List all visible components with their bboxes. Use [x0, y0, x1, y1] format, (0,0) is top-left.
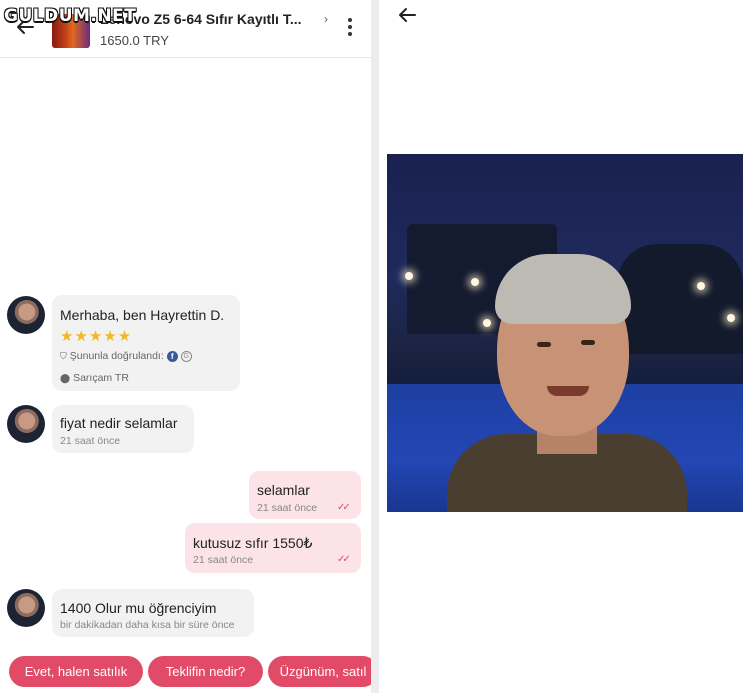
message-text: kutusuz sıfır 1550₺ [193, 535, 313, 551]
message-time: 21 saat önce [193, 554, 254, 566]
quick-reply-still-available[interactable]: Evet, halen satılık [9, 656, 143, 687]
location-row: ⬤ Sarıçam TR [60, 372, 129, 384]
message-text: 1400 Olur mu öğrenciyim [60, 600, 217, 616]
panel-divider [371, 0, 379, 693]
location-pin-icon: ⬤ [60, 372, 71, 383]
photo-light [697, 282, 705, 290]
message-text: selamlar [257, 482, 310, 498]
quick-reply-sorry-sold[interactable]: Üzgünüm, satıl [268, 656, 371, 687]
read-ticks-icon: ✓✓ [337, 502, 351, 513]
read-ticks-icon: ✓✓ [337, 554, 351, 565]
product-price: 1650.0 TRY [100, 33, 169, 48]
chat-screen: Lenovo Z5 6-64 Sıfır Kayıtlı T... › 1650… [0, 0, 371, 693]
message-bubble-incoming: 1400 Olur mu öğrenciyim bir dakikadan da… [52, 589, 254, 637]
photo-person-eye [537, 342, 551, 347]
photo-person-eye [581, 340, 595, 345]
message-time: 21 saat önce [60, 435, 121, 447]
photo-viewer [379, 0, 750, 693]
location-label: Sarıçam TR [73, 372, 129, 384]
avatar[interactable] [7, 405, 45, 443]
photo-person-hair [495, 254, 631, 324]
rating-stars: ★★★★★ [60, 328, 133, 345]
photo-light [405, 272, 413, 280]
back-arrow-icon[interactable] [397, 6, 417, 24]
shield-icon: ⛉ [60, 350, 67, 361]
facebook-icon: f [166, 350, 178, 362]
message-bubble-outgoing: kutusuz sıfır 1550₺ 21 saat önce ✓✓ [185, 523, 361, 573]
message-bubble-incoming: fiyat nedir selamlar 21 saat önce [52, 405, 194, 453]
photo-person-mouth [547, 386, 589, 396]
message-time: 21 saat önce [257, 502, 318, 514]
verified-label: Şununla doğrulandı: [69, 350, 164, 362]
quick-reply-what-is-offer[interactable]: Teklifin nedir? [148, 656, 263, 687]
profile-greeting: Merhaba, ben Hayrettin D. [60, 307, 225, 323]
message-time: bir dakikadan daha kısa bir süre önce [60, 619, 235, 631]
verified-row: ⛉ Şununla doğrulandı: f G [60, 350, 192, 362]
message-bubble-outgoing: selamlar 21 saat önce ✓✓ [249, 471, 361, 519]
photo-light [727, 314, 735, 322]
more-options-icon[interactable] [343, 18, 357, 40]
photo-background-trees [617, 244, 743, 354]
photo-light [471, 278, 479, 286]
profile-card: Merhaba, ben Hayrettin D. ★★★★★ ⛉ Şununl… [52, 295, 240, 391]
chevron-right-icon[interactable]: › [324, 12, 328, 26]
watermark-logo: GULDUM.NET [4, 6, 137, 26]
profile-photo [387, 154, 743, 512]
google-icon: G [180, 350, 192, 362]
photo-light [483, 319, 491, 327]
avatar[interactable] [7, 296, 45, 334]
avatar[interactable] [7, 589, 45, 627]
message-text: fiyat nedir selamlar [60, 415, 178, 431]
